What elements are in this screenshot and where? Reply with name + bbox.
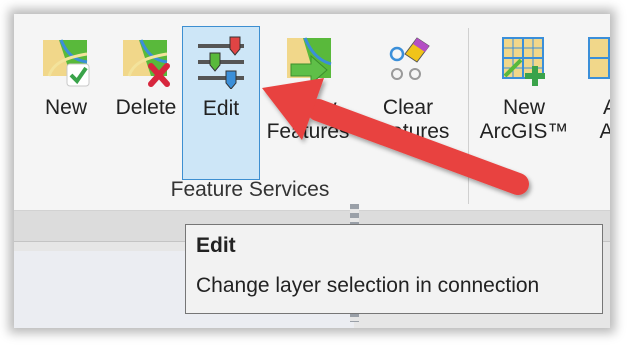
annotation-arrow-icon (262, 78, 529, 195)
